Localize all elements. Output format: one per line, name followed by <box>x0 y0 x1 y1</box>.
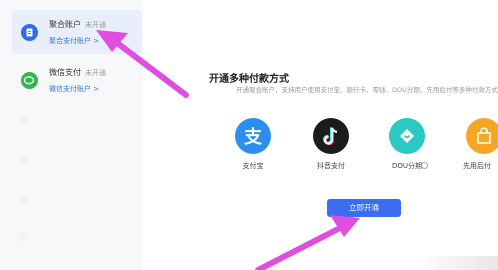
sidebar: 聚合账户 未开通 聚合支付账户 > 微信支付 未开通 微信支付账户 > <box>0 0 143 270</box>
svg-text:支: 支 <box>243 126 263 148</box>
account-status: 未开通 <box>85 69 106 77</box>
placeholder-icon <box>18 232 28 242</box>
document-icon <box>21 24 38 41</box>
placeholder-icon <box>18 155 28 165</box>
account-name: 聚合账户 <box>49 20 81 29</box>
page-title: 开通多种付款方式 <box>209 74 289 85</box>
payment-method-label: 支付宝 <box>242 162 264 170</box>
account-name: 微信支付 <box>49 68 81 77</box>
dou-installment-icon <box>389 118 425 154</box>
alipay-icon: 支 <box>235 118 271 154</box>
aggregate-account-item[interactable]: 聚合账户 未开通 聚合支付账户 > <box>12 10 142 54</box>
placeholder-icon <box>18 195 28 205</box>
account-link[interactable]: 聚合支付账户 > <box>49 36 99 46</box>
account-link[interactable]: 微信支付账户 > <box>49 84 99 94</box>
wechat-icon <box>21 72 38 89</box>
wechat-account-item[interactable]: 微信支付 未开通 微信支付账户 > <box>12 58 142 102</box>
bottom-fade <box>416 256 498 270</box>
open-now-button[interactable]: 立即开通 <box>327 199 401 217</box>
pay-later-icon <box>466 118 498 154</box>
account-status: 未开通 <box>85 21 106 29</box>
placeholder-icon <box>18 115 28 125</box>
payment-method-label: 抖音支付 <box>317 162 345 170</box>
payment-method-label: 先用后付 <box>463 162 491 170</box>
page-subtitle: 开通聚合账户，支持用户使用支付宝、银行卡、零钱、DOU分期、先用后付等多种付款方… <box>236 86 498 94</box>
douyin-icon <box>313 118 349 154</box>
info-icon[interactable] <box>421 162 428 169</box>
